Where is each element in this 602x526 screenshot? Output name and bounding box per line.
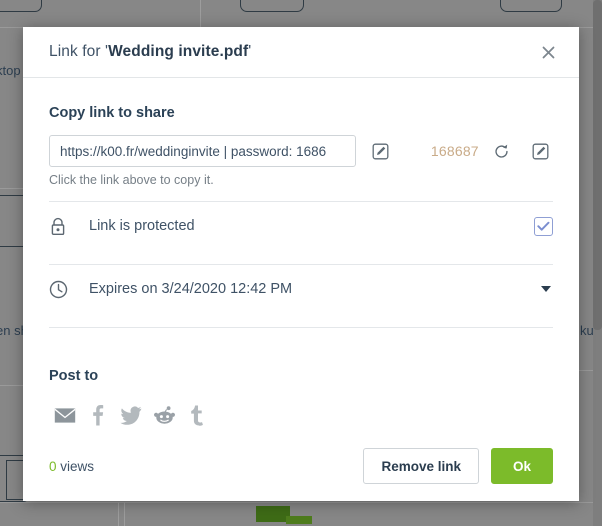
option-label-protected: Link is protected [89, 218, 195, 234]
tumblr-icon[interactable] [181, 400, 213, 430]
link-protected-checkbox[interactable] [534, 216, 553, 236]
page-scrollbar-track[interactable] [593, 0, 602, 526]
refresh-icon[interactable] [489, 138, 514, 164]
views-counter: 0 views [49, 459, 94, 474]
twitter-icon[interactable] [115, 400, 147, 430]
copy-link-hint: Click the link above to copy it. [49, 173, 214, 187]
page-scrollbar-thumb[interactable] [593, 0, 602, 330]
edit-link-icon[interactable] [368, 138, 393, 164]
facebook-icon[interactable] [82, 400, 114, 430]
dialog-title-suffix: ' [248, 43, 252, 60]
dialog-footer: 0 views Remove link Ok [23, 430, 579, 502]
background-divider [124, 502, 125, 526]
post-to-heading: Post to [49, 368, 99, 384]
clock-icon [49, 280, 79, 299]
background-divider [200, 0, 201, 27]
background-divider [0, 502, 602, 503]
option-row-expires: Expires on 3/24/2020 12:42 PM [49, 265, 553, 313]
views-count: 0 [49, 458, 57, 474]
background-label-desktop: ktop [0, 63, 21, 78]
background-file-tile [500, 0, 562, 12]
dialog-title-filename: Wedding invite.pdf [108, 43, 249, 60]
email-icon[interactable] [49, 400, 81, 430]
lock-icon [49, 217, 79, 236]
background-file-tile [240, 0, 304, 12]
option-row-protected: Link is protected [49, 202, 553, 250]
dialog-body: Copy link to share 168687 [23, 78, 579, 430]
background-divider [118, 502, 119, 526]
copy-link-heading: Copy link to share [49, 105, 175, 121]
views-label: views [56, 458, 95, 474]
close-icon[interactable] [535, 39, 561, 65]
dialog-title: Link for 'Wedding invite.pdf' [49, 43, 535, 61]
ok-button[interactable]: Ok [490, 448, 553, 484]
share-link-dialog: Link for 'Wedding invite.pdf' Copy link … [23, 27, 579, 501]
remove-link-button[interactable]: Remove link [363, 448, 479, 484]
link-password-value: 168687 [430, 143, 479, 159]
option-label-expires: Expires on 3/24/2020 12:42 PM [89, 281, 293, 297]
social-share-row [49, 400, 553, 430]
background-file-tile [0, 0, 42, 12]
background-decoration [286, 516, 312, 524]
dialog-title-prefix: Link for ' [49, 43, 109, 60]
edit-password-icon[interactable] [528, 138, 553, 164]
background-decoration [256, 506, 290, 522]
share-link-row: 168687 [49, 135, 553, 167]
dialog-header: Link for 'Wedding invite.pdf' [23, 27, 579, 78]
reddit-icon[interactable] [148, 400, 180, 430]
divider [49, 327, 553, 328]
share-link-input[interactable] [49, 135, 356, 167]
chevron-down-icon[interactable] [541, 286, 551, 292]
